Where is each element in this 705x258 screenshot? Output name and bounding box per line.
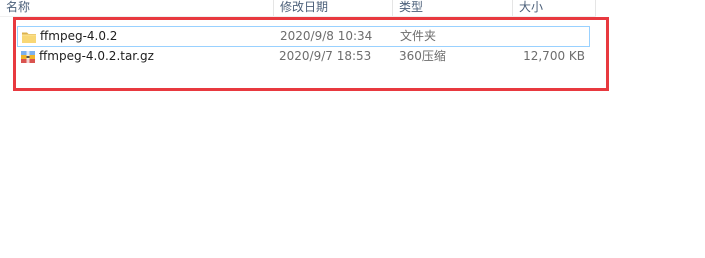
column-divider[interactable] <box>595 0 596 16</box>
highlight-annotation-box <box>13 17 609 91</box>
column-header-date[interactable]: 修改日期 <box>274 0 391 16</box>
column-header-type[interactable]: 类型 <box>393 0 511 16</box>
column-header-name[interactable]: 名称 <box>0 0 272 16</box>
column-header-size[interactable]: 大小 <box>513 0 595 16</box>
